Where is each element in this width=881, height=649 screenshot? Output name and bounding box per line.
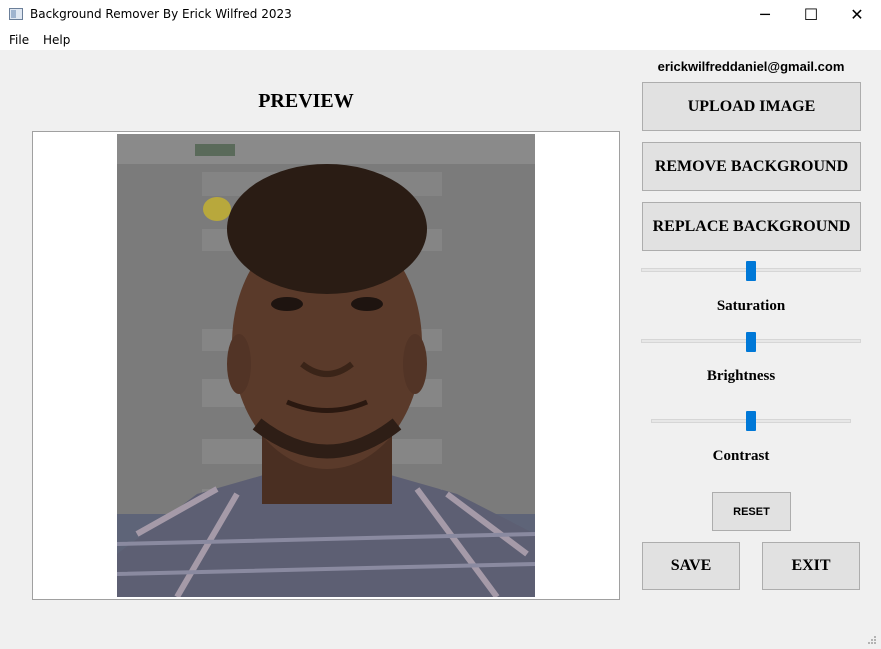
contrast-label: Contrast bbox=[712, 448, 770, 464]
exit-button[interactable]: EXIT bbox=[762, 542, 860, 590]
maximize-button[interactable]: ☐ bbox=[788, 0, 834, 30]
saturation-slider-thumb[interactable] bbox=[746, 261, 756, 281]
menu-help[interactable]: Help bbox=[43, 33, 70, 47]
preview-image-frame bbox=[32, 131, 620, 600]
menu-bar: File Help bbox=[0, 30, 881, 50]
replace-background-button[interactable]: REPLACE BACKGROUND bbox=[642, 202, 861, 251]
author-email: erickwilfreddaniel@gmail.com bbox=[657, 59, 845, 74]
saturation-label: Saturation bbox=[716, 298, 786, 314]
title-bar: Background Remover By Erick Wilfred 2023… bbox=[0, 0, 881, 30]
app-icon bbox=[9, 8, 23, 20]
contrast-slider-thumb[interactable] bbox=[746, 411, 756, 431]
brightness-slider-thumb[interactable] bbox=[746, 332, 756, 352]
preview-title: PREVIEW bbox=[258, 90, 354, 112]
upload-image-button[interactable]: UPLOAD IMAGE bbox=[642, 82, 861, 131]
minimize-button[interactable]: ─ bbox=[742, 0, 788, 30]
remove-background-button[interactable]: REMOVE BACKGROUND bbox=[642, 142, 861, 191]
window-title: Background Remover By Erick Wilfred 2023 bbox=[30, 7, 292, 21]
resize-grip-icon[interactable] bbox=[867, 635, 877, 645]
menu-file[interactable]: File bbox=[9, 33, 29, 47]
brightness-label: Brightness bbox=[706, 368, 776, 384]
close-button[interactable]: ✕ bbox=[834, 0, 880, 30]
reset-button[interactable]: RESET bbox=[712, 492, 791, 531]
preview-photo bbox=[117, 134, 535, 597]
save-button[interactable]: SAVE bbox=[642, 542, 740, 590]
